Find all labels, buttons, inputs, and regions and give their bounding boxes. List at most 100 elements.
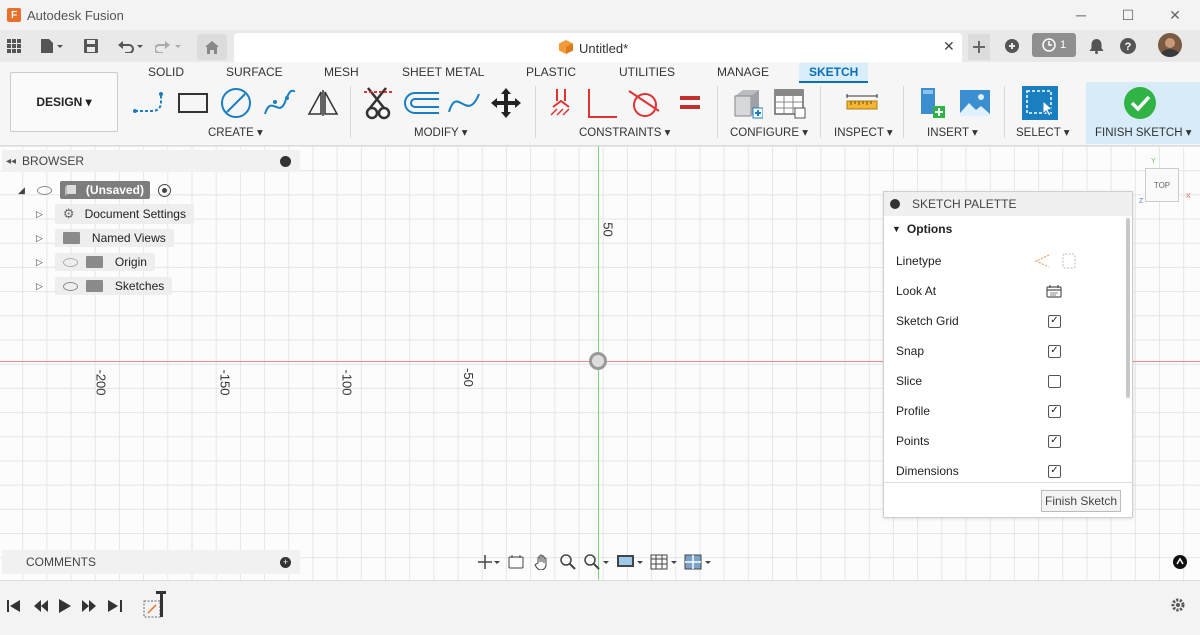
tab-plastic[interactable]: PLASTIC bbox=[526, 65, 576, 79]
design-workspace-button[interactable]: DESIGN ▾ bbox=[10, 72, 118, 132]
data-panel-grid-icon[interactable] bbox=[6, 36, 22, 56]
line-tool-icon[interactable] bbox=[132, 86, 168, 120]
save-icon[interactable] bbox=[82, 36, 100, 56]
options-section[interactable]: ▼ Options bbox=[892, 222, 952, 236]
palette-collapse-icon[interactable] bbox=[890, 199, 900, 209]
slice-checkbox[interactable] bbox=[1048, 374, 1061, 388]
finish-sketch-menu[interactable]: FINISH SKETCH ▾ bbox=[1095, 125, 1192, 139]
job-status-button[interactable]: 1 bbox=[1032, 33, 1076, 57]
browser-pin-icon[interactable] bbox=[280, 155, 291, 167]
tab-sketch[interactable]: SKETCH bbox=[799, 63, 869, 83]
rectangle-tool-icon[interactable] bbox=[176, 86, 210, 120]
file-menu-icon[interactable] bbox=[38, 36, 66, 56]
look-at-nav-icon[interactable] bbox=[508, 554, 524, 570]
tab-mesh[interactable]: MESH bbox=[324, 65, 359, 79]
go-to-start-icon[interactable] bbox=[5, 597, 23, 615]
add-comment-icon[interactable]: + bbox=[280, 556, 291, 568]
tab-sheet-metal[interactable]: SHEET METAL bbox=[402, 65, 484, 79]
grid-snaps-icon[interactable] bbox=[650, 554, 678, 570]
insert-canvas-image-icon[interactable] bbox=[957, 86, 993, 120]
tab-manage[interactable]: MANAGE bbox=[717, 65, 769, 79]
insert-menu[interactable]: INSERT ▾ bbox=[927, 125, 978, 139]
visibility-eye-icon[interactable] bbox=[36, 185, 52, 195]
equal-constraint-icon[interactable] bbox=[676, 86, 704, 120]
zoom-icon[interactable] bbox=[560, 554, 576, 570]
help-icon[interactable]: ? bbox=[1118, 36, 1138, 56]
browser-item[interactable]: ▷ Origin bbox=[36, 252, 155, 272]
perpendicular-constraint-icon[interactable] bbox=[584, 86, 620, 120]
finish-sketch-button[interactable]: Finish Sketch bbox=[1041, 490, 1121, 512]
hidden-eye-icon[interactable] bbox=[62, 257, 78, 267]
tab-surface[interactable]: SURFACE bbox=[226, 65, 283, 79]
measure-ruler-icon[interactable] bbox=[844, 86, 880, 120]
browser-item[interactable]: ▷ Sketches bbox=[36, 276, 173, 296]
minimize-button[interactable]: ─ bbox=[1058, 0, 1104, 30]
mirror-tool-icon[interactable] bbox=[306, 86, 340, 120]
display-settings-icon[interactable] bbox=[616, 554, 644, 570]
centerline-linetype-icon[interactable] bbox=[1062, 253, 1076, 269]
select-menu[interactable]: SELECT ▾ bbox=[1016, 125, 1070, 139]
modify-menu[interactable]: MODIFY ▾ bbox=[414, 125, 467, 139]
timeline-settings-gear-icon[interactable] bbox=[1170, 597, 1186, 613]
offset-tool-icon[interactable] bbox=[402, 86, 442, 120]
palette-scrollbar[interactable] bbox=[1126, 218, 1130, 398]
expand-triangle-icon[interactable]: ◢ bbox=[18, 185, 25, 196]
construction-linetype-icon[interactable] bbox=[1034, 253, 1050, 269]
timeline-sketch-feature[interactable] bbox=[142, 589, 170, 625]
coincident-constraint-icon[interactable] bbox=[548, 86, 576, 120]
insert-derive-icon[interactable] bbox=[914, 86, 950, 120]
tab-utilities[interactable]: UTILITIES bbox=[619, 65, 675, 79]
browser-root[interactable]: ◢ (Unsaved) bbox=[18, 180, 171, 200]
redo-icon[interactable] bbox=[154, 36, 184, 56]
undo-icon[interactable] bbox=[116, 36, 146, 56]
orbit-icon[interactable] bbox=[478, 554, 500, 570]
play-icon[interactable] bbox=[56, 597, 74, 615]
zoom-window-icon[interactable] bbox=[584, 554, 610, 570]
points-checkbox[interactable]: ✓ bbox=[1048, 434, 1061, 448]
home-icon[interactable] bbox=[197, 34, 227, 60]
snap-checkbox[interactable]: ✓ bbox=[1048, 344, 1061, 358]
move-copy-icon[interactable] bbox=[488, 86, 524, 120]
expand-triangle-icon[interactable]: ▷ bbox=[36, 209, 43, 220]
select-window-icon[interactable] bbox=[1020, 86, 1060, 120]
collapse-browser-icon[interactable]: ◂◂ bbox=[6, 156, 16, 167]
finish-sketch-check-icon[interactable] bbox=[1122, 86, 1158, 120]
section-collapse-triangle-icon[interactable]: ▼ bbox=[892, 224, 901, 234]
trim-scissors-icon[interactable] bbox=[362, 86, 396, 120]
browser-item[interactable]: ▷ Named Views bbox=[36, 228, 174, 248]
pan-hand-icon[interactable] bbox=[534, 554, 550, 570]
constraints-menu[interactable]: CONSTRAINTS ▾ bbox=[579, 125, 670, 139]
tab-solid[interactable]: SOLID bbox=[148, 65, 184, 79]
expand-triangle-icon[interactable]: ▷ bbox=[36, 281, 43, 292]
expand-triangle-icon[interactable]: ▷ bbox=[36, 233, 43, 244]
extensions-icon[interactable] bbox=[1002, 36, 1022, 56]
viewports-icon[interactable] bbox=[684, 554, 712, 570]
configure-menu[interactable]: CONFIGURE ▾ bbox=[730, 125, 808, 139]
expand-triangle-icon[interactable]: ▷ bbox=[36, 257, 43, 268]
configure-box-icon[interactable] bbox=[728, 86, 764, 120]
dimensions-checkbox[interactable]: ✓ bbox=[1048, 464, 1061, 478]
profile-checkbox[interactable]: ✓ bbox=[1048, 404, 1061, 418]
fit-point-spline-icon[interactable] bbox=[446, 86, 482, 120]
origin-point[interactable] bbox=[589, 352, 607, 370]
configuration-table-icon[interactable] bbox=[772, 86, 808, 120]
go-to-end-icon[interactable] bbox=[106, 597, 124, 615]
activate-radio-icon[interactable] bbox=[157, 183, 171, 197]
browser-item[interactable]: ▷ ⚙ Document Settings bbox=[36, 204, 194, 224]
fusion-drive-icon[interactable] bbox=[1173, 555, 1187, 569]
create-menu[interactable]: CREATE ▾ bbox=[208, 125, 263, 139]
spline-tool-icon[interactable] bbox=[262, 86, 298, 120]
circle-tool-icon[interactable] bbox=[218, 86, 254, 120]
maximize-button[interactable]: ☐ bbox=[1105, 0, 1151, 30]
step-back-icon[interactable] bbox=[32, 597, 50, 615]
viewcube[interactable]: TOP bbox=[1145, 168, 1179, 202]
close-window-button[interactable]: ✕ bbox=[1152, 0, 1198, 30]
step-forward-icon[interactable] bbox=[80, 597, 98, 615]
visibility-eye-icon[interactable] bbox=[62, 281, 78, 291]
new-tab-plus-icon[interactable] bbox=[968, 34, 990, 60]
tangent-constraint-icon[interactable] bbox=[626, 86, 662, 120]
user-avatar[interactable] bbox=[1158, 33, 1182, 57]
inspect-menu[interactable]: INSPECT ▾ bbox=[834, 125, 893, 139]
look-at-icon[interactable] bbox=[1046, 284, 1062, 298]
sketch-grid-checkbox[interactable]: ✓ bbox=[1048, 314, 1061, 328]
